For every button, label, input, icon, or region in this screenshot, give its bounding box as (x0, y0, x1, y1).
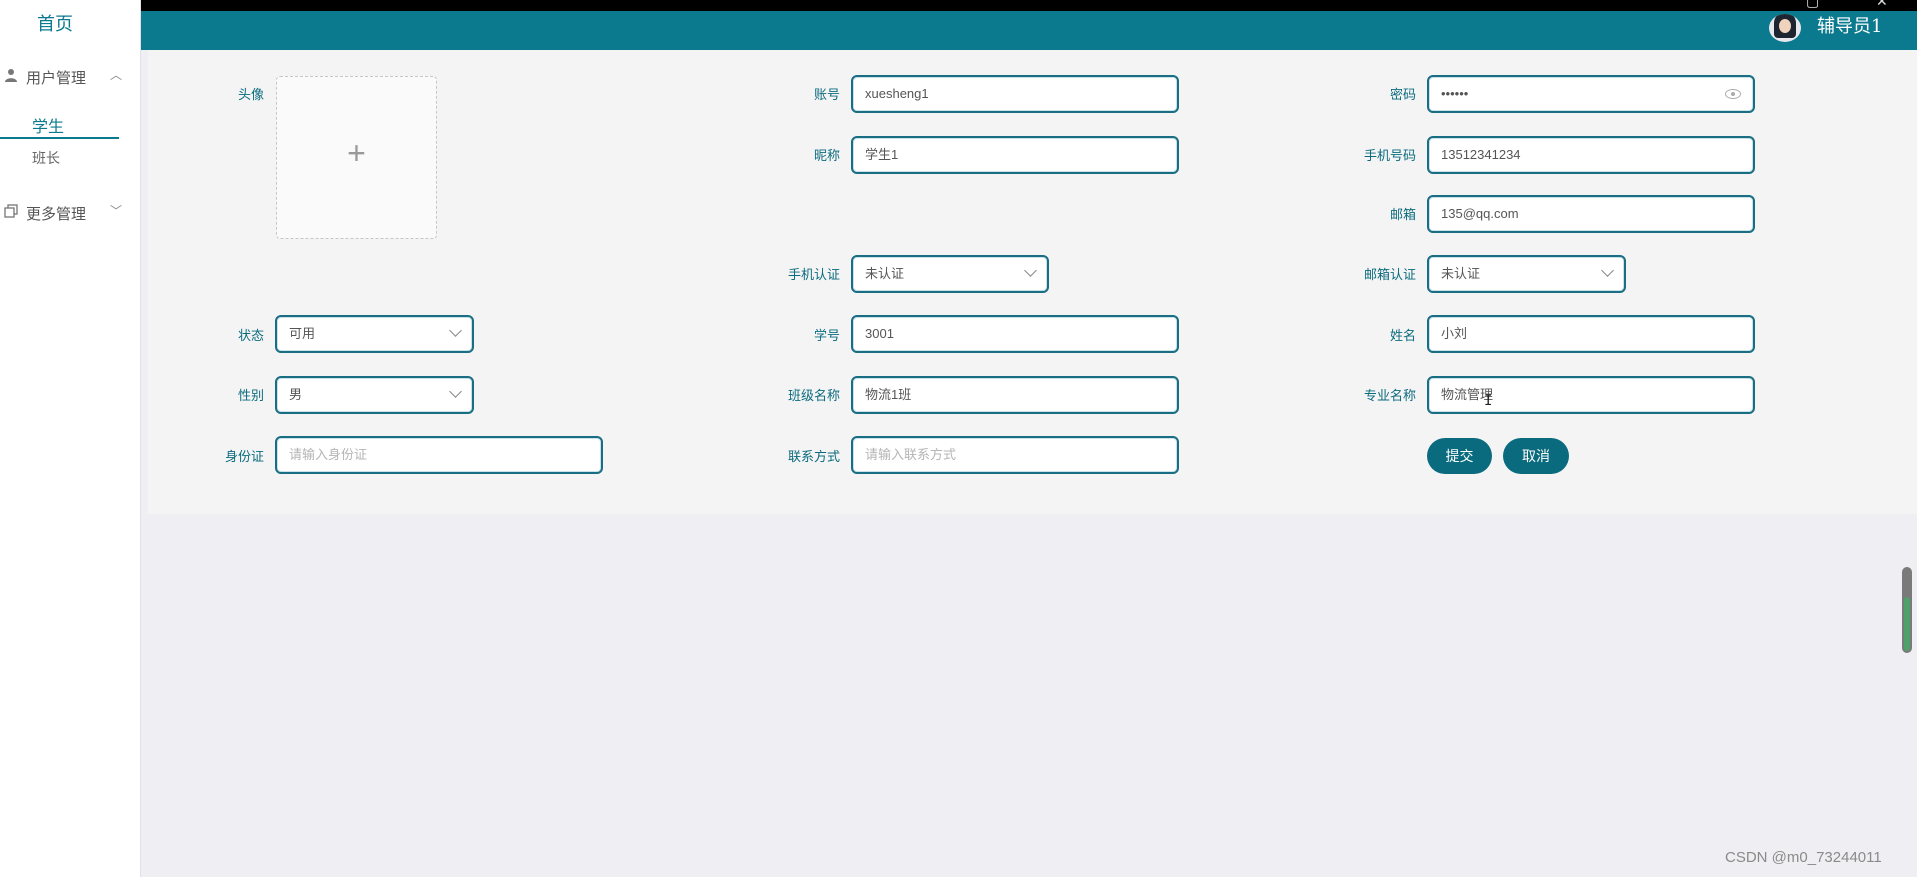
sidebar-item-student[interactable]: 学生 (0, 110, 119, 139)
student-no-label: 学号 (813, 329, 840, 344)
restore-window-icon[interactable]: ▢ (1806, 0, 1819, 10)
id-card-label: 身份证 (224, 450, 264, 465)
major-name-input[interactable]: 物流管理 (1427, 376, 1755, 414)
status-label: 状态 (237, 329, 264, 344)
major-name-label: 专业名称 (1363, 389, 1416, 404)
sidebar-menu-more-management[interactable]: 更多管理 ﹀ (0, 200, 140, 224)
select-value: 未认证 (865, 266, 905, 281)
sidebar: 首页 用户管理 ︿ 学生 班长 更多管理 ﹀ (0, 0, 141, 877)
chevron-down-icon (449, 324, 462, 337)
user-avatar[interactable] (1769, 14, 1801, 42)
chevron-down-icon (1024, 264, 1037, 277)
select-value: 可用 (289, 326, 316, 341)
watermark: CSDN @m0_73244011 (1725, 849, 1882, 866)
account-label: 账号 (813, 88, 840, 103)
password-value: •••••• (1441, 86, 1469, 101)
user-icon (5, 69, 17, 82)
select-value: 未认证 (1441, 266, 1481, 281)
password-input[interactable]: •••••• (1427, 75, 1755, 113)
header-username[interactable]: 辅导员1 (1817, 12, 1882, 38)
email-verify-select[interactable]: 未认证 (1427, 255, 1626, 293)
eye-icon[interactable] (1725, 89, 1741, 99)
name-label: 姓名 (1389, 329, 1416, 344)
avatar-label: 头像 (237, 88, 264, 103)
email-verify-label: 邮箱认证 (1363, 268, 1416, 283)
avatar-uploader[interactable]: + (276, 76, 437, 239)
contact-input[interactable]: 请输入联系方式 (851, 436, 1179, 474)
sidebar-item-home[interactable]: 首页 (37, 10, 73, 36)
select-value: 男 (289, 387, 303, 402)
top-header (140, 11, 1917, 50)
gender-label: 性别 (237, 389, 264, 404)
phone-verify-select[interactable]: 未认证 (851, 255, 1049, 293)
sidebar-menu-label: 更多管理 (26, 206, 87, 223)
close-window-icon[interactable]: ✕ (1876, 0, 1888, 10)
nickname-label: 昵称 (813, 149, 840, 164)
student-no-input[interactable]: 3001 (851, 315, 1179, 353)
chevron-down-icon (449, 385, 462, 398)
copy-icon (4, 204, 18, 218)
phone-verify-label: 手机认证 (787, 268, 840, 283)
gender-select[interactable]: 男 (275, 376, 474, 414)
name-input[interactable]: 小刘 (1427, 315, 1755, 353)
chevron-down-icon (1601, 264, 1614, 277)
sidebar-item-monitor[interactable]: 班长 (32, 148, 60, 168)
cancel-button[interactable]: 取消 (1503, 438, 1569, 474)
avatar-face (1779, 19, 1791, 33)
class-name-label: 班级名称 (787, 389, 840, 404)
sidebar-menu-label: 用户管理 (26, 70, 87, 87)
class-name-input[interactable]: 物流1班 (851, 376, 1179, 414)
password-label: 密码 (1389, 88, 1416, 103)
chevron-down-icon: ﹀ (110, 204, 123, 218)
plus-icon: + (347, 135, 366, 171)
phone-label: 手机号码 (1363, 149, 1416, 164)
phone-input[interactable]: 13512341234 (1427, 136, 1755, 174)
chevron-up-icon: ︿ (110, 68, 123, 82)
scrollbar-thumb[interactable] (1902, 567, 1912, 653)
email-label: 邮箱 (1389, 208, 1416, 223)
sidebar-menu-user-management[interactable]: 用户管理 ︿ (0, 64, 140, 88)
submit-button[interactable]: 提交 (1427, 438, 1492, 474)
sidebar-item-label: 学生 (32, 119, 65, 136)
contact-label: 联系方式 (787, 450, 840, 465)
id-card-input[interactable]: 请输入身份证 (275, 436, 603, 474)
text-cursor-icon: I (1484, 393, 1493, 409)
status-select[interactable]: 可用 (275, 315, 474, 353)
account-input[interactable]: xuesheng1 (851, 75, 1179, 113)
email-input[interactable]: 135@qq.com (1427, 195, 1755, 233)
nickname-input[interactable]: 学生1 (851, 136, 1179, 174)
title-bar (0, 0, 1917, 11)
